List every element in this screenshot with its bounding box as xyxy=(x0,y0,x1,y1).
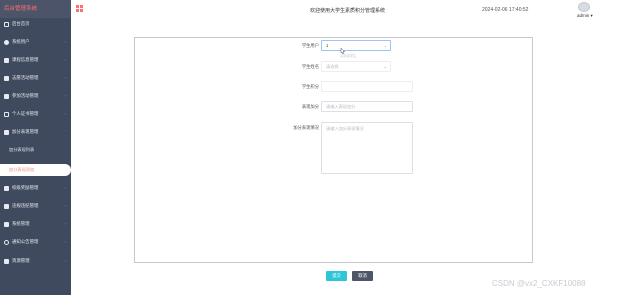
sidebar-subitem-bonus-list[interactable]: 加分表现列表 xyxy=(0,144,71,156)
student-name-select[interactable]: 请选择 ⌄ xyxy=(321,61,391,72)
bell-icon xyxy=(4,239,9,245)
chevron-right-icon: › xyxy=(64,239,66,244)
home-icon xyxy=(4,21,9,27)
sidebar-item-label: 加分表现管理 xyxy=(12,129,39,134)
performance-detail-textarea[interactable]: 请输入加分表现情况 xyxy=(321,122,413,174)
trophy-icon xyxy=(4,185,9,191)
submit-button[interactable]: 提交 xyxy=(326,271,347,281)
chevron-right-icon: › xyxy=(64,258,66,263)
sidebar-item-label: 后台首页 xyxy=(12,21,30,26)
sidebar-item-label: 资源管理 xyxy=(12,258,30,263)
watermark: CSDN @vx2_CXKF10088 xyxy=(492,279,586,288)
performance-bonus-label: 表现加分 xyxy=(301,104,319,109)
performance-detail-label: 加分表现情况 xyxy=(293,125,319,130)
chevron-right-icon: › xyxy=(64,221,66,226)
sidebar-item-label: 志愿活动管理 xyxy=(12,75,39,80)
sidebar-item-label: 系统用户 xyxy=(12,39,30,44)
gear-icon xyxy=(4,221,9,227)
user-icon xyxy=(4,39,9,45)
chevron-down-icon: ⌄ xyxy=(383,64,387,69)
student-account-select[interactable]: 1 ⌄ xyxy=(321,40,391,51)
chevron-right-icon: › xyxy=(64,93,66,98)
certificate-icon xyxy=(4,111,9,117)
book-icon xyxy=(4,57,9,63)
sidebar-item-label: 系统管理 xyxy=(12,221,30,226)
chevron-right-icon: › xyxy=(64,185,66,190)
sidebar: 后台管理系统 后台首页 系统用户 › 课程信息管理 › 志愿活动管理 › 参加活… xyxy=(0,0,71,295)
chevron-right-icon: › xyxy=(64,203,66,208)
sidebar-item-resources[interactable]: 资源管理 › xyxy=(0,255,71,267)
student-account-label: 学生用户 xyxy=(301,43,319,48)
sidebar-item-certificates[interactable]: 个人证书管理 › xyxy=(0,108,71,120)
menu-toggle-icon[interactable] xyxy=(76,5,83,12)
sidebar-item-label: 校级奖励管理 xyxy=(12,185,39,190)
sidebar-item-label: 通知公告管理 xyxy=(12,239,39,244)
sidebar-item-courses[interactable]: 课程信息管理 › xyxy=(0,54,71,66)
chevron-right-icon: › xyxy=(64,75,66,80)
student-score-field[interactable] xyxy=(321,81,413,92)
flag-icon xyxy=(4,93,9,99)
sidebar-item-home[interactable]: 后台首页 xyxy=(0,18,71,30)
warning-icon xyxy=(4,203,9,209)
student-name-label: 学生姓名 xyxy=(301,64,319,69)
sidebar-item-notices[interactable]: 通知公告管理 › xyxy=(0,236,71,248)
sidebar-item-users[interactable]: 系统用户 › xyxy=(0,36,71,48)
top-header: 欢迎使用大学生素质积分管理系统 2024-02-06 17:40:52 admi… xyxy=(71,0,623,22)
student-score-label: 学生积分 xyxy=(301,84,319,89)
welcome-text: 欢迎使用大学生素质积分管理系统 xyxy=(310,8,386,14)
chevron-right-icon: › xyxy=(64,57,66,62)
cancel-button[interactable]: 取消 xyxy=(352,271,373,281)
sidebar-item-label: 参加活动管理 xyxy=(12,93,39,98)
sidebar-item-label: 违规违纪管理 xyxy=(12,203,39,208)
sidebar-item-label: 课程信息管理 xyxy=(12,57,39,62)
chevron-down-icon: ˆ xyxy=(64,129,66,134)
sidebar-item-participation[interactable]: 参加活动管理 › xyxy=(0,90,71,102)
sidebar-item-awards[interactable]: 校级奖励管理 › xyxy=(0,182,71,194)
chevron-down-icon: ⌄ xyxy=(383,43,387,48)
mouse-pointer-icon xyxy=(340,48,345,54)
chevron-right-icon: › xyxy=(64,39,66,44)
heart-icon xyxy=(4,75,9,81)
sidebar-item-bonus[interactable]: 加分表现管理 ˆ xyxy=(0,126,71,138)
current-datetime: 2024-02-06 17:40:52 xyxy=(482,7,529,13)
sidebar-item-system[interactable]: 系统管理 › xyxy=(0,218,71,230)
avatar[interactable] xyxy=(578,2,590,12)
folder-icon xyxy=(4,258,9,264)
performance-bonus-field[interactable]: 请输入表现加分 xyxy=(321,101,413,112)
app-brand: 后台管理系统 xyxy=(0,0,71,18)
sidebar-item-violations[interactable]: 违规违纪管理 › xyxy=(0,200,71,212)
form-panel: 学生用户 1 ⌄ 请选择学生 学生姓名 请选择 ⌄ 学生积分 表现加分 请输入表… xyxy=(134,37,533,263)
star-icon xyxy=(4,129,9,135)
sidebar-item-label: 个人证书管理 xyxy=(12,111,39,116)
sidebar-item-volunteer[interactable]: 志愿活动管理 › xyxy=(0,72,71,84)
chevron-right-icon: › xyxy=(64,111,66,116)
user-menu[interactable]: admin ▾ xyxy=(577,13,593,19)
sidebar-subitem-bonus-add[interactable]: 加分表现添加 xyxy=(0,164,71,176)
